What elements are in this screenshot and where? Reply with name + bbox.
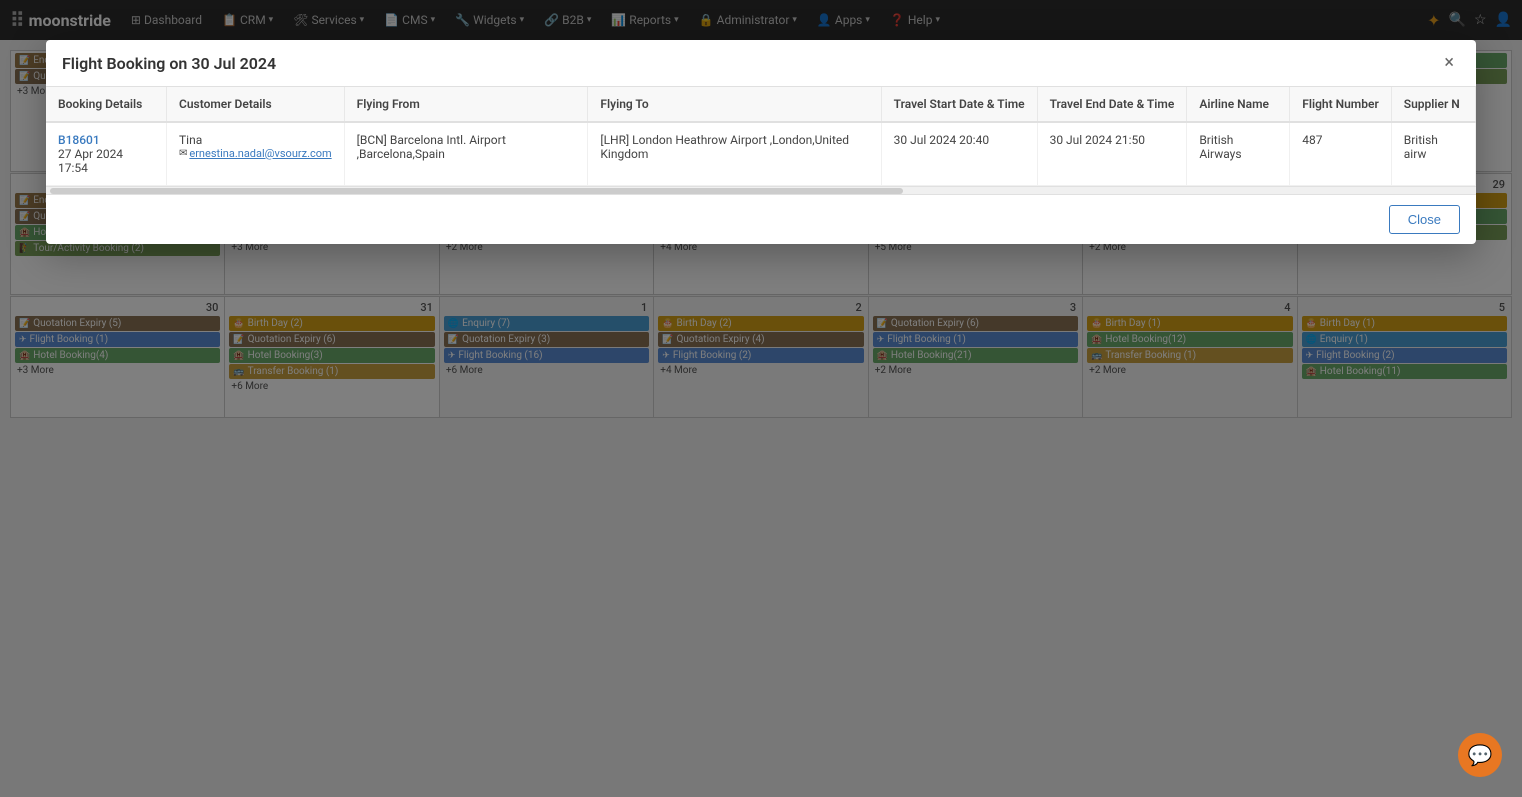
cell-flying-to: [LHR] London Heathrow Airport ,London,Un… — [588, 122, 881, 186]
booking-date: 27 Apr 2024 17:54 — [58, 147, 154, 175]
col-supplier: Supplier N — [1391, 87, 1475, 122]
cell-flying-from: [BCN] Barcelona Intl. Airport ,Barcelona… — [344, 122, 588, 186]
modal-overlay: Flight Booking on 30 Jul 2024 × Booking … — [0, 0, 1522, 797]
modal-header: Flight Booking on 30 Jul 2024 × — [46, 40, 1476, 87]
cell-booking-details: B18601 27 Apr 2024 17:54 — [46, 122, 166, 186]
booking-id-link[interactable]: B18601 — [58, 133, 154, 147]
col-flight-number: Flight Number — [1290, 87, 1392, 122]
table-header-row: Booking Details Customer Details Flying … — [46, 87, 1476, 122]
col-flying-to: Flying To — [588, 87, 881, 122]
col-travel-end: Travel End Date & Time — [1037, 87, 1187, 122]
cell-travel-end: 30 Jul 2024 21:50 — [1037, 122, 1187, 186]
customer-email[interactable]: ernestina.nadal@vsourz.com — [189, 147, 331, 160]
cell-customer-details: Tina ✉ ernestina.nadal@vsourz.com — [166, 122, 344, 186]
close-button[interactable]: Close — [1389, 205, 1460, 234]
customer-name: Tina — [179, 133, 332, 147]
horizontal-scrollbar[interactable] — [46, 186, 1476, 194]
modal-body: Booking Details Customer Details Flying … — [46, 87, 1476, 194]
col-airline: Airline Name — [1187, 87, 1290, 122]
cell-flight-number: 487 — [1290, 122, 1392, 186]
flight-booking-modal: Flight Booking on 30 Jul 2024 × Booking … — [46, 40, 1476, 244]
col-travel-start: Travel Start Date & Time — [881, 87, 1037, 122]
cell-airline: British Airways — [1187, 122, 1290, 186]
booking-table: Booking Details Customer Details Flying … — [46, 87, 1476, 186]
chat-icon: 💬 — [1468, 743, 1493, 767]
col-customer-details: Customer Details — [166, 87, 344, 122]
modal-footer: Close — [46, 194, 1476, 244]
cell-supplier: British airw — [1391, 122, 1475, 186]
modal-title: Flight Booking on 30 Jul 2024 — [62, 54, 276, 73]
chat-bubble[interactable]: 💬 — [1458, 733, 1502, 777]
email-icon: ✉ — [179, 148, 187, 159]
col-flying-from: Flying From — [344, 87, 588, 122]
modal-close-button[interactable]: × — [1438, 52, 1460, 74]
col-booking-details: Booking Details — [46, 87, 166, 122]
table-row: B18601 27 Apr 2024 17:54 Tina ✉ ernestin… — [46, 122, 1476, 186]
scroll-thumb — [50, 188, 903, 194]
cell-travel-start: 30 Jul 2024 20:40 — [881, 122, 1037, 186]
